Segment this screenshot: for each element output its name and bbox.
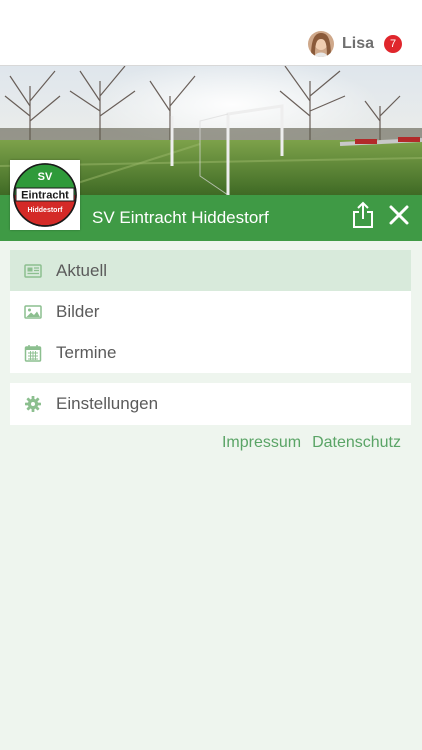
share-icon — [353, 201, 373, 228]
newspaper-icon — [24, 264, 42, 278]
notification-badge[interactable]: 7 — [384, 35, 402, 53]
logo-text-eintracht: Eintracht — [21, 190, 69, 202]
top-bar: Lisa 7 — [0, 0, 422, 66]
settings-menu: Einstellungen — [10, 383, 411, 425]
footer-links: Impressum Datenschutz — [211, 434, 401, 452]
main-menu: Aktuell Bilder Termine — [10, 250, 411, 373]
logo-text-hiddestorf: Hiddestorf — [28, 207, 64, 214]
share-button[interactable] — [350, 201, 376, 229]
avatar[interactable] — [307, 31, 334, 57]
menu-label-aktuell: Aktuell — [56, 260, 108, 280]
impressum-link[interactable]: Impressum — [222, 434, 301, 452]
gear-icon — [25, 396, 41, 412]
image-icon — [24, 305, 42, 319]
calendar-icon — [24, 345, 42, 362]
menu-label-einstellungen: Einstellungen — [56, 393, 159, 413]
menu-item-aktuell[interactable]: Aktuell — [10, 250, 411, 291]
logo-text-sv: SV — [38, 171, 53, 183]
menu-item-einstellungen[interactable]: Einstellungen — [10, 383, 411, 424]
close-icon — [389, 205, 409, 225]
user-name[interactable]: Lisa — [342, 35, 374, 53]
club-logo: SV Eintracht Hiddestorf — [10, 160, 80, 230]
menu-label-termine: Termine — [56, 342, 117, 362]
club-name: SV Eintracht Hiddestorf — [92, 208, 269, 227]
datenschutz-link[interactable]: Datenschutz — [312, 434, 401, 452]
menu-item-bilder[interactable]: Bilder — [10, 291, 411, 332]
menu-label-bilder: Bilder — [56, 301, 100, 321]
user-profile[interactable]: Lisa 7 — [307, 30, 402, 58]
close-button[interactable] — [387, 203, 411, 227]
menu-item-termine[interactable]: Termine — [10, 332, 411, 373]
